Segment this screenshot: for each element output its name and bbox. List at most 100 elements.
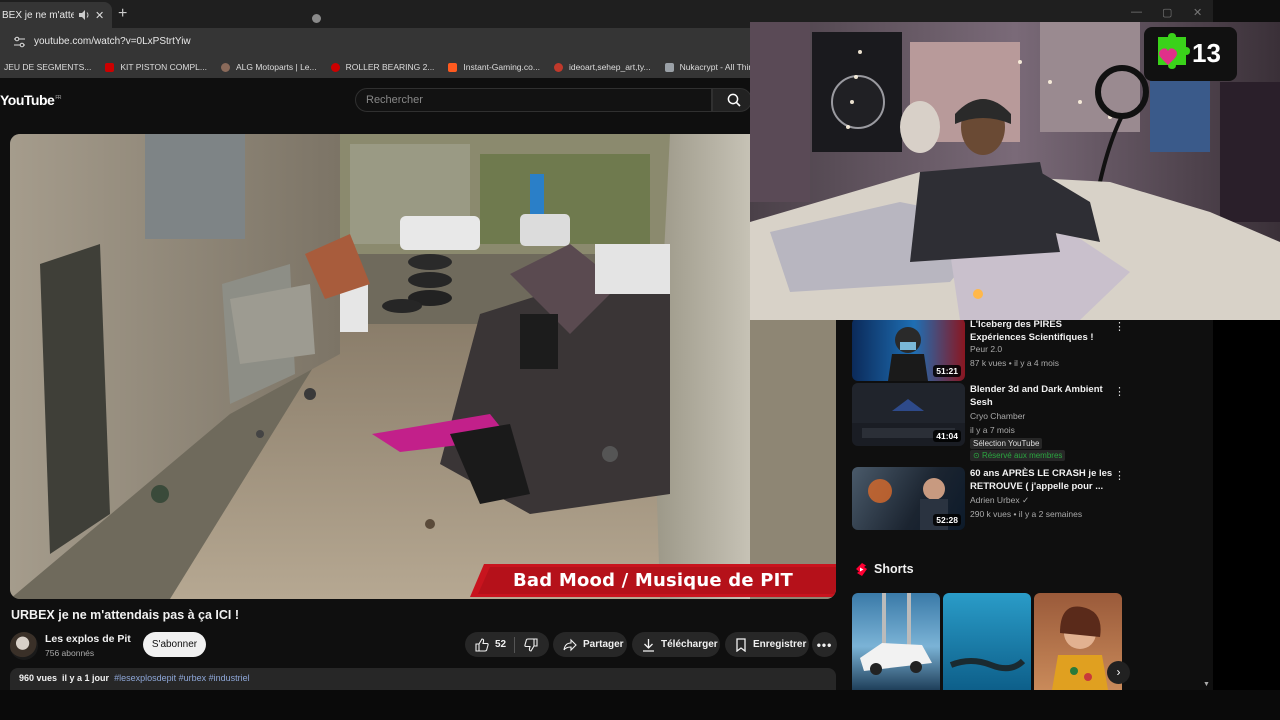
site-settings-icon[interactable] [13,36,26,48]
video-thumbnail[interactable]: 52:28 [852,467,965,530]
recommendation-title: 60 ans APRÈS LE CRASH je les RETROUVE ( … [970,468,1113,492]
video-thumbnail[interactable]: 51:21 [852,318,965,381]
music-banner: Bad Mood / Musique de PIT [470,564,836,597]
subscriber-goal-widget: 13 [1144,27,1237,81]
maximize-button[interactable]: ▢ [1162,6,1172,19]
members-badge-label: Réservé aux membres [981,451,1063,460]
like-icon[interactable] [475,637,489,652]
recommendation-item[interactable]: 41:04 Blender 3d and Dark Ambient Sesh C… [852,383,1125,463]
bookmark-label: JEU DE SEGMENTS... [4,62,92,72]
stream-bottom-bar [0,690,1280,720]
search-icon [727,93,741,107]
save-button[interactable]: Enregistrer [725,632,809,657]
scroll-down-arrow-icon[interactable]: ▼ [1203,681,1210,688]
like-dislike-group: 52 [465,632,549,657]
recommendation-meta: il y a 7 mois [970,425,1015,435]
short-art [949,658,1026,672]
youtube-selection-badge: Sélection YouTube [970,438,1043,449]
shorts-title: Shorts [874,562,914,576]
video-duration: 41:04 [933,430,961,442]
members-icon: ⊙ [973,451,982,460]
dislike-icon[interactable] [524,637,538,652]
more-actions-button[interactable]: ••• [812,632,837,657]
short-thumbnail[interactable] [852,593,940,690]
recommendation-meta: 87 k vues • il y a 4 mois [970,358,1059,368]
url-field[interactable]: youtube.com/watch?v=0LxPStrtYiw [34,36,191,47]
recommendation-meta: 290 k vues • il y a 2 semaines [970,509,1083,519]
shorts-heading: Shorts [856,562,914,576]
search-button[interactable] [712,88,752,112]
logo-text: YouTube [0,92,55,108]
puzzle-heart-icon [1158,33,1190,69]
subscribe-button[interactable]: S'abonner [143,632,206,657]
recommendation-item[interactable]: 51:21 L'Iceberg des PIRES Expériences Sc… [852,318,1125,382]
screen: BEX je ne m'attendai ✕ + — ▢ ✕ youtube.c… [0,0,1280,720]
recommendation-title: Blender 3d and Dark Ambient Sesh [970,384,1103,408]
youtube-icon [105,62,115,72]
recommendation-title: L'Iceberg des PIRES Expériences Scientif… [970,319,1094,343]
divider [514,636,516,653]
recommendation-item[interactable]: 52:28 60 ans APRÈS LE CRASH je les RETRO… [852,467,1125,531]
site-favicon-icon [330,62,340,72]
share-icon [563,638,577,651]
tab-title: BEX je ne m'attendai [2,9,74,21]
shorts-next-button[interactable]: › [1107,661,1130,684]
upload-date: il y a 1 jour [62,673,110,683]
bookmark-item[interactable]: Nukacrypt - All Thin... [664,62,760,72]
subscriber-count: 756 abonnés [45,648,95,658]
bookmark-label: ideoart,sehep_art,ty... [568,62,651,72]
speaker-icon[interactable] [77,8,91,22]
cursor-dot [312,14,321,23]
short-art [860,593,932,675]
recommendation-channel: Adrien Urbex ✓ [970,495,1030,505]
logo-region: FR [55,95,61,102]
search-input[interactable]: Rechercher [355,88,712,112]
bookmark-item[interactable]: ROLLER BEARING 2... [330,62,435,72]
more-vert-icon[interactable]: ⋮ [1114,320,1125,333]
music-banner-text: Bad Mood / Musique de PIT [513,570,793,591]
bookmark-icon [736,637,746,652]
channel-avatar[interactable] [10,632,38,660]
channel-name[interactable]: Les explos de Pit [45,633,131,645]
recommendation-channel: Peur 2.0 [970,344,1003,354]
site-favicon-icon [664,62,674,72]
download-button[interactable]: Télécharger [632,632,720,657]
bookmark-label: ROLLER BEARING 2... [345,62,435,72]
bookmark-label: KIT PISTON COMPL... [120,62,207,72]
stream-background [1213,320,1280,720]
short-thumbnail[interactable] [943,593,1031,690]
video-title: URBEX je ne m'attendais pas à ça ICI ! [11,608,240,622]
video-duration: 51:21 [933,365,961,377]
browser-tab-active[interactable]: BEX je ne m'attendai ✕ [0,2,112,28]
bookmark-item[interactable]: KIT PISTON COMPL... [105,62,207,72]
like-count[interactable]: 52 [495,639,506,650]
video-player[interactable] [10,134,836,599]
save-label: Enregistrer [753,639,807,650]
bookmark-label: ALG Motoparts | Le... [235,62,317,72]
bookmark-item[interactable]: Instant-Gaming.co... [448,62,540,72]
share-label: Partager [583,639,624,650]
view-count: 960 vues [19,673,58,683]
members-only-badge: ⊙ Réservé aux membres [970,450,1066,461]
site-favicon-icon [553,62,563,72]
bookmark-item[interactable]: ALG Motoparts | Le... [220,62,317,72]
bookmark-item[interactable]: JEU DE SEGMENTS... [4,62,91,72]
share-button[interactable]: Partager [553,632,627,657]
bookmark-label: Instant-Gaming.co... [463,62,540,72]
new-tab-button[interactable]: + [118,5,127,23]
more-vert-icon[interactable]: ⋮ [1114,469,1125,482]
video-frame [10,134,836,599]
video-duration: 52:28 [933,514,961,526]
minimize-button[interactable]: — [1131,6,1142,18]
close-window-button[interactable]: ✕ [1193,6,1202,19]
subscriber-goal-count: 13 [1192,38,1221,68]
hashtags[interactable]: #lesexplosdepit #urbex #industriel [114,673,250,683]
site-favicon-icon [220,62,230,72]
youtube-logo[interactable]: YouTubeFR [0,92,61,108]
more-vert-icon[interactable]: ⋮ [1114,385,1125,398]
tab-close-icon[interactable]: ✕ [95,9,104,22]
bookmark-item[interactable]: ideoart,sehep_art,ty... [553,62,651,72]
recommendation-channel: Cryo Chamber [970,411,1026,421]
description-box[interactable]: 960 vues il y a 1 jour #lesexplosdepit #ur… [10,668,836,690]
video-thumbnail[interactable]: 41:04 [852,383,965,446]
